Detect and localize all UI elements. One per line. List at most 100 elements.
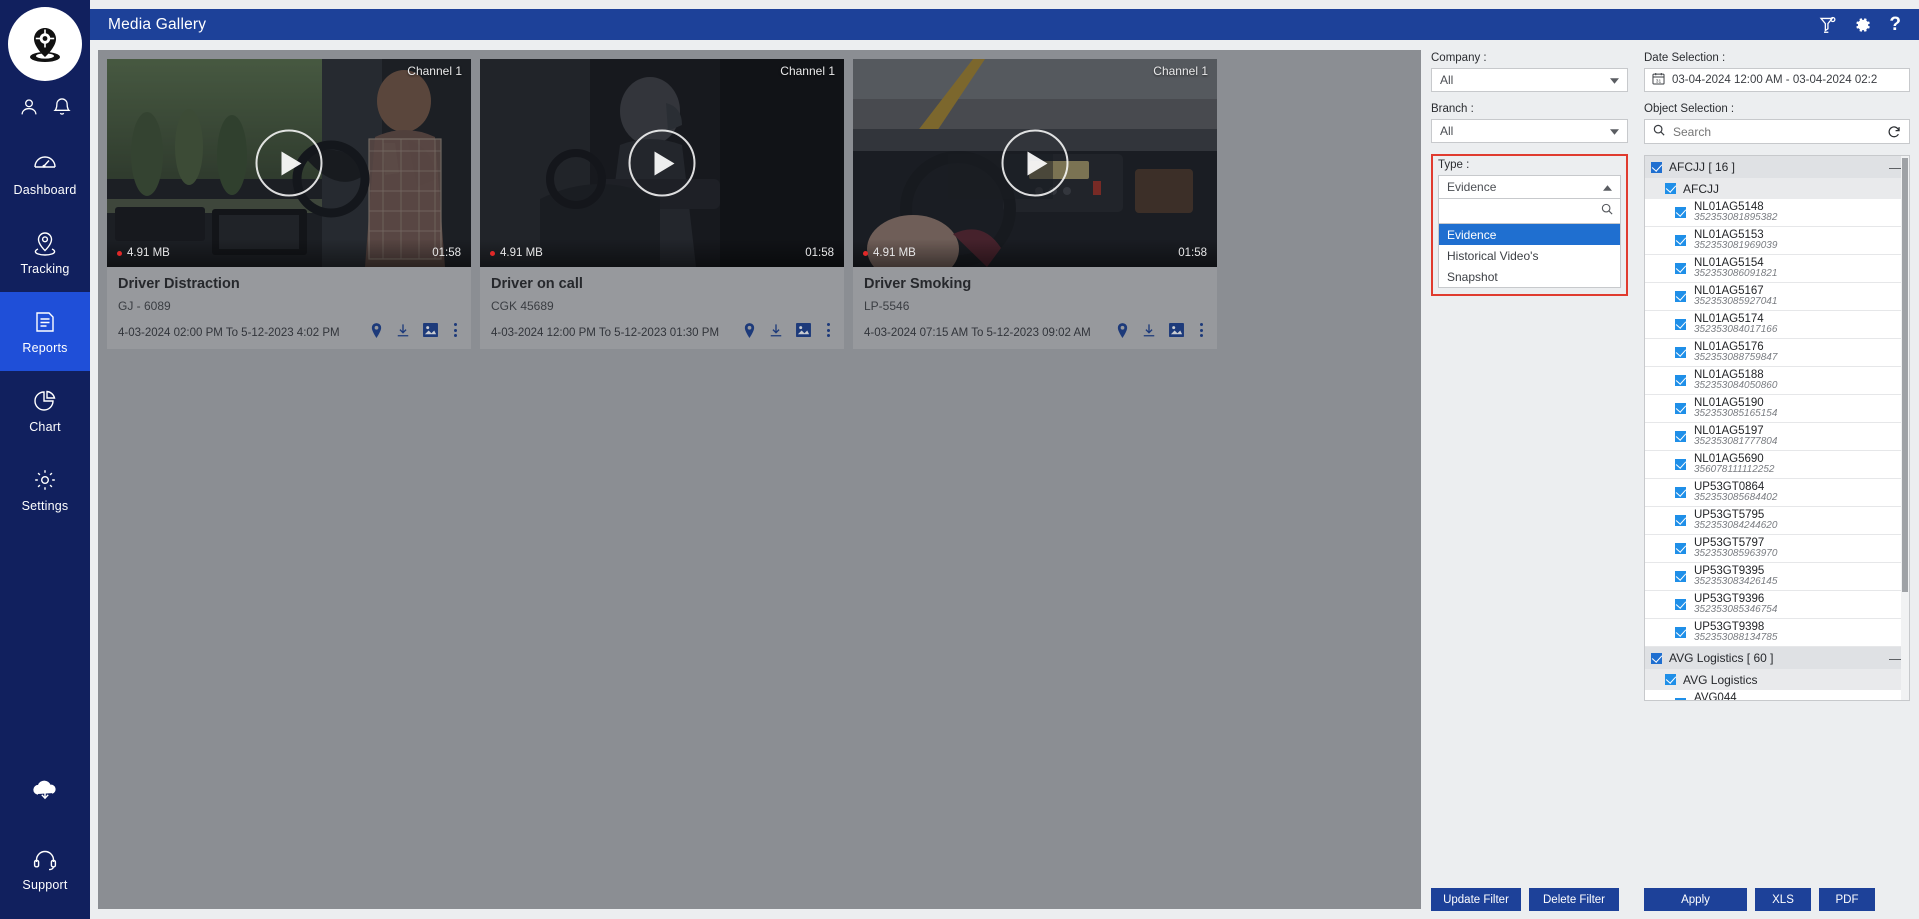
play-button[interactable] [256,130,323,197]
item-checkbox[interactable] [1675,571,1686,582]
object-tree[interactable]: AFCJJ [ 16 ] — AFCJJ NL01AG5148 35235308… [1644,155,1910,701]
media-thumbnail[interactable]: Channel 1 4.91 MB 01:58 [480,59,844,267]
media-card[interactable]: Channel 1 4.91 MB 01:58 Driv [853,59,1217,349]
location-pin-icon[interactable] [743,323,756,338]
more-options-icon[interactable] [824,321,833,339]
tree-item[interactable]: NL01AG5188 352353084050860 [1645,367,1909,395]
item-checkbox[interactable] [1675,543,1686,554]
more-options-icon[interactable] [1197,321,1206,339]
tree-item[interactable]: NL01AG5167 352353085927041 [1645,283,1909,311]
download-icon[interactable] [396,323,410,338]
sidebar-item-reports[interactable]: Reports [0,292,90,371]
sidebar-item-dashboard[interactable]: Dashboard [0,134,90,213]
sidebar-item-chart[interactable]: Chart [0,371,90,450]
type-option-snapshot[interactable]: Snapshot [1439,266,1620,287]
tree-item[interactable]: NL01AG5148 352353081895382 [1645,199,1909,227]
media-card[interactable]: Channel 1 4.91 MB 01:58 Driv [107,59,471,349]
item-checkbox[interactable] [1675,698,1686,700]
item-checkbox[interactable] [1675,459,1686,470]
group-checkbox[interactable] [1651,162,1662,173]
file-size-label: 4.91 MB [873,247,916,259]
tree-item[interactable]: NL01AG5190 352353085165154 [1645,395,1909,423]
item-checkbox[interactable] [1675,431,1686,442]
pdf-export-button[interactable]: PDF [1819,888,1875,911]
tree-item[interactable]: NL01AG5153 352353081969039 [1645,227,1909,255]
tree-item[interactable]: UP53GT9395 352353083426145 [1645,563,1909,591]
type-search-row[interactable] [1438,199,1621,224]
item-checkbox[interactable] [1675,375,1686,386]
more-options-icon[interactable] [451,321,460,339]
sidebar-item-settings[interactable]: Settings [0,450,90,529]
item-checkbox[interactable] [1675,347,1686,358]
tree-item[interactable]: UP53GT5795 352353084244620 [1645,507,1909,535]
company-select[interactable]: All [1431,68,1628,92]
tree-item[interactable]: NL01AG5174 352353084017166 [1645,311,1909,339]
tree-item[interactable]: NL01AG5176 352353088759847 [1645,339,1909,367]
tree-scrollbar[interactable] [1901,156,1909,700]
sidebar-item-tracking[interactable]: Tracking [0,213,90,292]
tree-item[interactable]: NL01AG5690 356078111112252 [1645,451,1909,479]
thumbnail-meta: 4.91 MB 01:58 [480,239,844,267]
item-checkbox[interactable] [1675,403,1686,414]
item-checkbox[interactable] [1675,291,1686,302]
item-checkbox[interactable] [1675,515,1686,526]
object-search-input[interactable] [1673,125,1879,139]
user-icon[interactable] [18,96,40,118]
item-checkbox[interactable] [1675,487,1686,498]
subgroup-checkbox[interactable] [1665,183,1676,194]
sidebar-item-cloud-download[interactable] [0,751,90,830]
type-option-evidence[interactable]: Evidence [1439,224,1620,245]
bell-icon[interactable] [51,96,73,118]
location-pin-icon[interactable] [1116,323,1129,338]
tree-item[interactable]: NL01AG5154 352353086091821 [1645,255,1909,283]
group-checkbox[interactable] [1651,653,1662,664]
item-checkbox[interactable] [1675,627,1686,638]
download-icon[interactable] [1142,323,1156,338]
update-filter-button[interactable]: Update Filter [1431,888,1521,911]
tree-scroll-thumb[interactable] [1902,158,1908,592]
tree-item[interactable]: UP53GT5797 352353085963970 [1645,535,1909,563]
tree-subgroup[interactable]: AVG Logistics [1645,669,1909,690]
location-pin-icon[interactable] [370,323,383,338]
xls-export-button[interactable]: XLS [1755,888,1811,911]
delete-filter-button[interactable]: Delete Filter [1529,888,1619,911]
media-card[interactable]: Channel 1 4.91 MB 01:58 Driv [480,59,844,349]
refresh-icon[interactable] [1887,125,1901,139]
date-range-picker[interactable]: 31 03-04-2024 12:00 AM - 03-04-2024 02:2 [1644,68,1910,92]
image-icon[interactable] [796,323,811,337]
tree-item[interactable]: NL01AG5197 352353081777804 [1645,423,1909,451]
tree-item[interactable]: UP53GT9396 352353085346754 [1645,591,1909,619]
tree-item[interactable]: UP53GT9398 352353088134785 [1645,619,1909,647]
type-select[interactable]: Evidence [1438,175,1621,199]
tree-item[interactable]: UP53GT0864 352353085684402 [1645,479,1909,507]
tree-item[interactable]: AVG044 23044 [1645,690,1909,700]
help-question-icon[interactable]: ? [1889,15,1901,34]
image-icon[interactable] [1169,323,1184,337]
item-checkbox[interactable] [1675,235,1686,246]
tree-group-header[interactable]: AVG Logistics [ 60 ] — [1645,647,1909,669]
media-thumbnail[interactable]: Channel 1 4.91 MB 01:58 [853,59,1217,267]
sidebar-item-support[interactable]: Support [0,830,90,909]
item-checkbox[interactable] [1675,319,1686,330]
type-option-historical-videos[interactable]: Historical Video's [1439,245,1620,266]
item-checkbox[interactable] [1675,599,1686,610]
download-icon[interactable] [769,323,783,338]
gear-icon[interactable] [1854,16,1872,34]
image-icon[interactable] [423,323,438,337]
location-pin-logo[interactable] [8,7,82,81]
play-button[interactable] [629,130,696,197]
company-value: All [1440,73,1453,87]
item-checkbox[interactable] [1675,207,1686,218]
chevron-down-icon [1610,124,1619,138]
subgroup-checkbox[interactable] [1665,674,1676,685]
apply-button[interactable]: Apply [1644,888,1747,911]
tree-subgroup[interactable]: AFCJJ [1645,178,1909,199]
object-search-row[interactable] [1644,119,1910,144]
item-checkbox[interactable] [1675,263,1686,274]
branch-select[interactable]: All [1431,119,1628,143]
play-button[interactable] [1002,130,1069,197]
filter-funnel-icon[interactable] [1818,15,1837,34]
media-thumbnail[interactable]: Channel 1 4.91 MB 01:58 [107,59,471,267]
type-search-input[interactable] [1446,204,1601,218]
tree-group-header[interactable]: AFCJJ [ 16 ] — [1645,156,1909,178]
